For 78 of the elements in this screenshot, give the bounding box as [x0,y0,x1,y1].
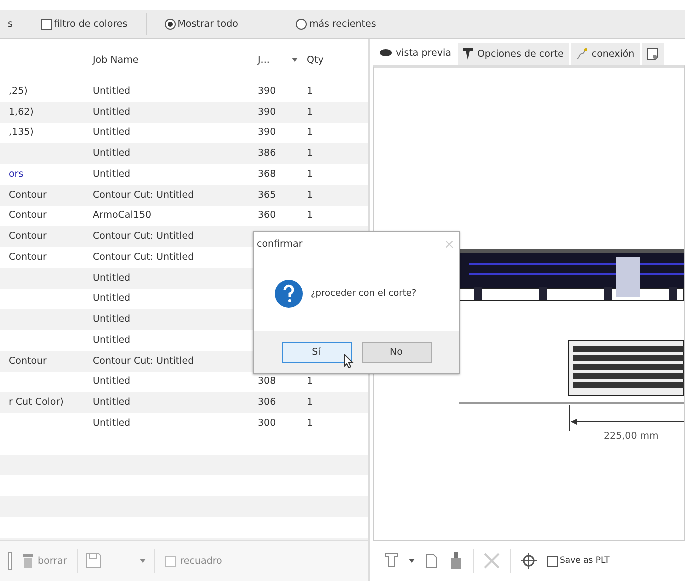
dialog-message: ¿proceder con el corte? [311,288,417,298]
table-cell: Untitled [93,106,131,118]
table-cell: Untitled [93,148,131,160]
save-plt-checkbox[interactable]: Save as PLT [547,556,610,566]
table-cell: Untitled [93,293,131,304]
table-cell: 306 [258,397,276,408]
question-icon [275,280,303,308]
table-cell: r Cut Color) [9,397,64,408]
table-cell: 1,62) [9,106,34,118]
cutter-icon [463,48,474,60]
table-cell: ,25) [9,86,28,97]
filter-radio[interactable]: Mostrar todo [164,18,238,30]
document-icon[interactable] [425,553,439,569]
filter-radio[interactable]: más recientes [296,18,376,30]
table-cell: 1 [307,418,314,429]
filter-label: s [8,18,13,30]
table-cell: 1 [307,376,314,388]
panel-edge-icon [8,552,12,570]
table-cell: Contour [9,190,47,201]
cursor-icon [344,354,354,368]
table-cell: Contour [9,356,47,367]
table-cell: 1 [307,190,314,201]
table-cell: ArmoCal150 [93,210,152,222]
column-header[interactable]: Qty [307,54,337,66]
column-header[interactable]: J... [258,54,282,66]
table-cell: 1 [307,168,314,180]
table-cell: 1 [307,106,314,118]
table-cell: 1 [307,127,314,138]
tool-icon[interactable] [449,552,463,570]
table-cell: Contour Cut: Untitled [93,356,194,367]
save-icon[interactable] [86,553,102,569]
tab[interactable]: conexión [570,43,640,65]
table-cell: 1 [307,397,314,408]
table-cell: Contour [9,210,47,222]
table-cell: 1 [307,210,314,222]
table-cell: 1 [307,148,314,160]
table-cell: Contour Cut: Untitled [93,190,194,201]
table-cell: 368 [258,168,276,180]
table-cell: 390 [258,106,276,118]
table-cell: 360 [258,210,276,222]
table-cell: Untitled [93,86,131,97]
table-cell: Contour Cut: Untitled [93,252,194,263]
table-cell: Untitled [93,314,131,326]
table-cell: Untitled [93,376,131,388]
table-cell: Contour Cut: Untitled [93,231,194,242]
table-cell: 386 [258,148,276,160]
column-header[interactable]: Job Name [93,54,258,66]
cable-icon [576,48,588,60]
sort-icon[interactable] [292,58,298,62]
table-cell: 300 [258,418,276,429]
table-cell: Untitled [93,272,131,284]
dialog-button[interactable]: No [362,342,432,362]
table-cell: 390 [258,86,276,97]
dialog-title: confirmar [257,238,303,250]
upload-icon[interactable] [385,553,399,569]
table-cell: Contour [9,252,47,263]
sheet-icon [646,48,659,60]
eye-icon [380,49,392,57]
tab[interactable]: Opciones de corte [458,43,569,65]
table-cell: Untitled [93,127,131,138]
table-cell: Untitled [93,397,131,408]
table-link[interactable]: ors [9,168,24,180]
caret-icon[interactable] [140,559,146,563]
table-cell: 308 [258,376,276,388]
table-cell: Untitled [93,168,131,180]
table-cell: 1 [307,86,314,97]
color-filter-checkbox[interactable]: filtro de colores [40,18,128,30]
dialog-button[interactable]: Sí [282,342,352,362]
table-cell: Contour [9,231,47,242]
caret-icon[interactable] [409,559,415,563]
dimension-label: 225,00 mm [604,431,659,442]
trash-icon [22,553,34,569]
table-cell: 365 [258,190,276,201]
table-cell: ,135) [9,127,34,138]
table-cell: Untitled [93,334,131,346]
table-cell: Untitled [93,418,131,429]
table-cell: 390 [258,127,276,138]
crosshair-icon[interactable] [521,553,537,569]
